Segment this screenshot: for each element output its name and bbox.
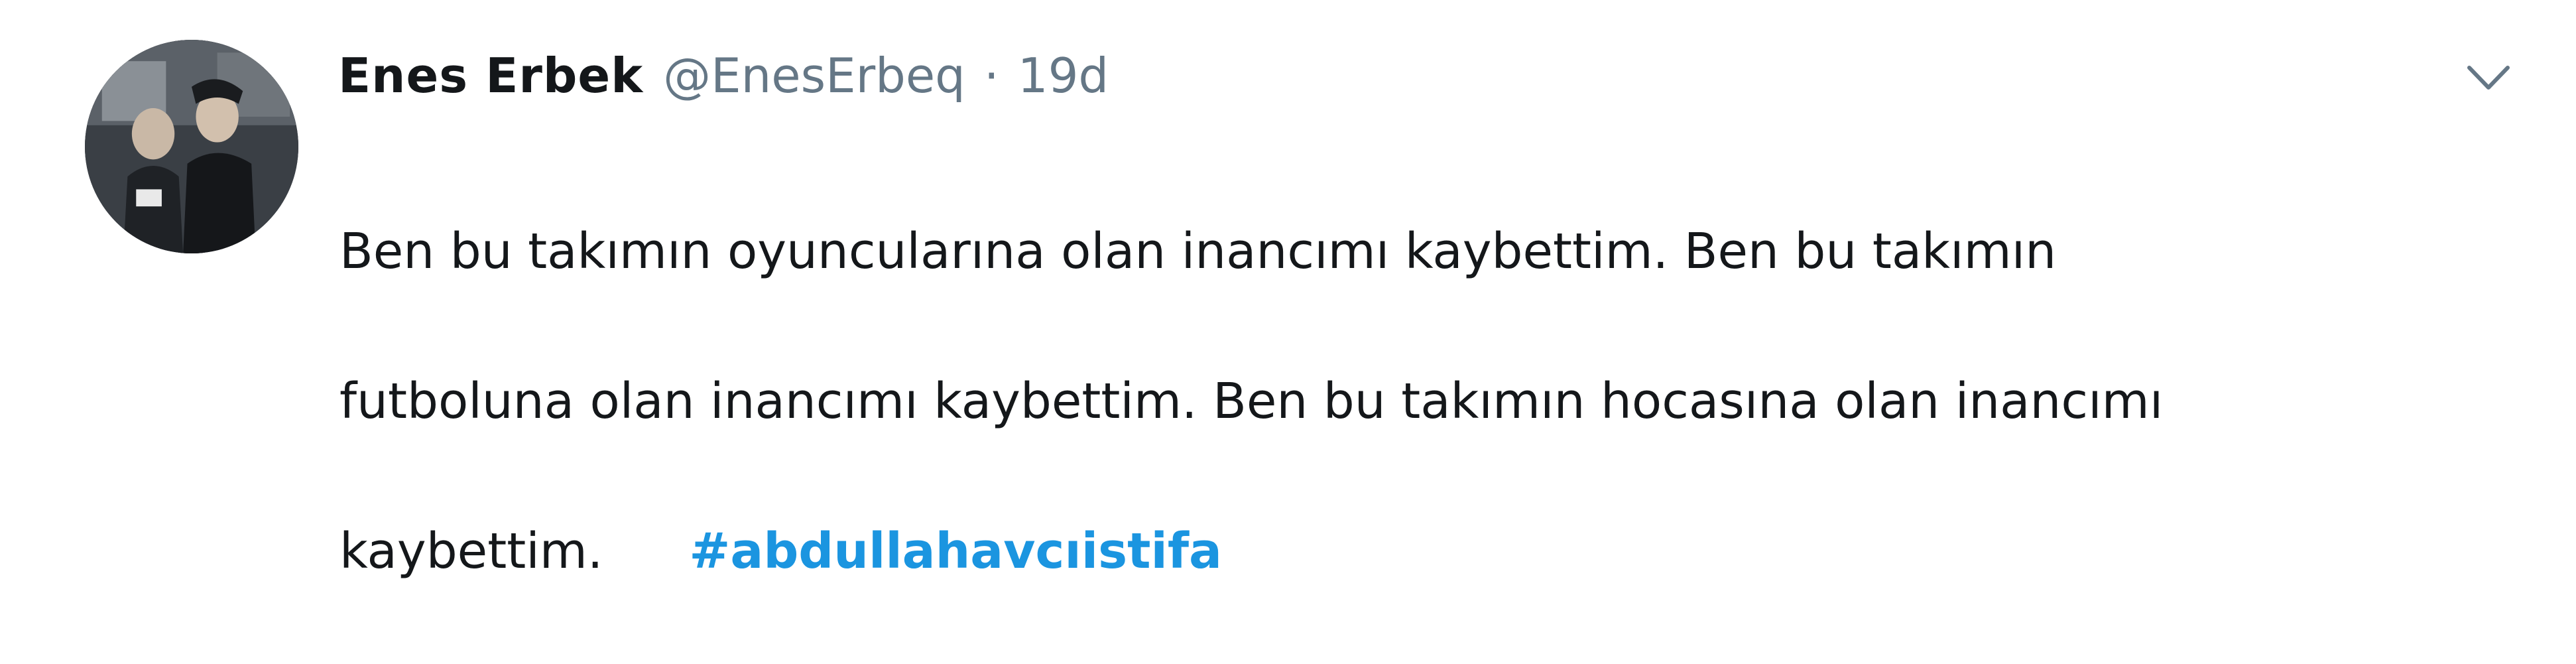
username[interactable]: @EnesErbeq (663, 48, 965, 103)
display-name[interactable]: Enes Erbek (338, 48, 643, 103)
avatar-photo (85, 40, 298, 253)
tweet-card[interactable]: Enes Erbek @EnesErbeq · 19d Ben bu takım… (0, 0, 2576, 580)
separator-dot: · (983, 48, 999, 103)
tweet-text-line: kaybettim. #abdullahavcıistifa (339, 514, 2481, 589)
tweet-text: Ben bu takımın oyuncularına olan inancım… (339, 139, 2481, 664)
tweet-text-line: futboluna olan inancımı kaybettim. Ben b… (339, 373, 2164, 430)
tweet-header: Enes Erbek @EnesErbeq · 19d (338, 48, 1109, 121)
timestamp[interactable]: 19d (1018, 48, 1109, 103)
chevron-down-icon[interactable] (2465, 61, 2512, 94)
hashtag-link[interactable]: #abdullahavcıistifa (689, 523, 1222, 580)
avatar[interactable] (85, 40, 298, 253)
tweet-text-line: Ben bu takımın oyuncularına olan inancım… (339, 223, 2057, 280)
tweet-text-line-end: kaybettim. (339, 523, 603, 580)
